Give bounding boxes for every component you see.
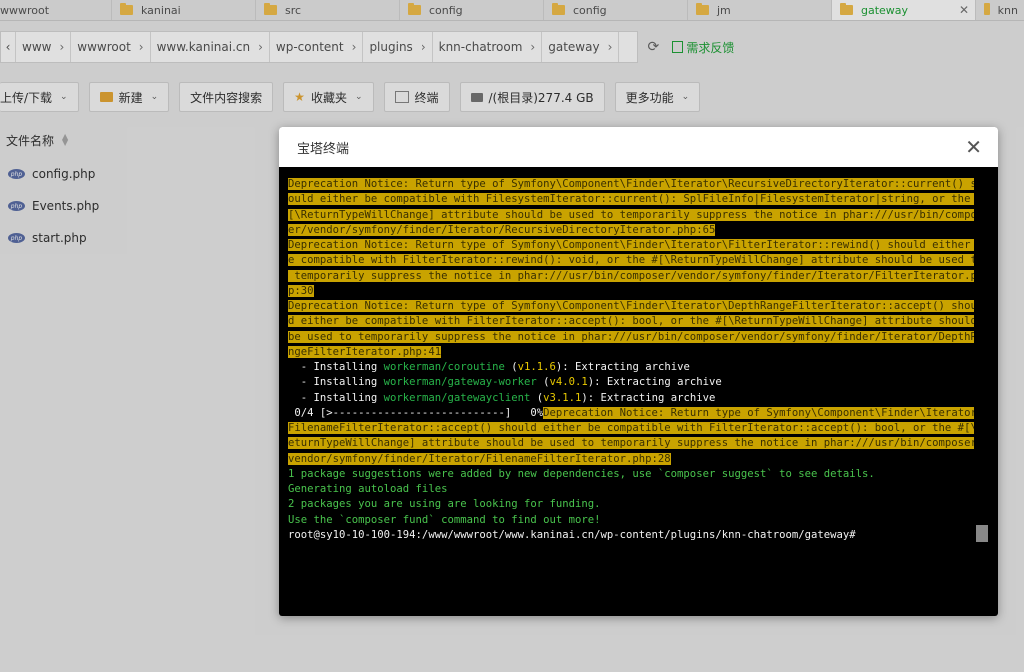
- terminal-line: er/vendor/symfony/finder/Iterator/Recurs…: [288, 223, 974, 238]
- terminal-line: 0/4 [>---------------------------] 0%Dep…: [288, 406, 974, 421]
- dialog-title: 宝塔终端: [297, 141, 350, 157]
- terminal-segment: [\ReturnTypeWillChange] attribute should…: [288, 208, 974, 221]
- terminal-line: temporarily suppress the notice in phar:…: [288, 269, 974, 284]
- terminal-segment: FilenameFilterIterator::accept() should …: [288, 422, 974, 434]
- terminal-segment: workerman/gateway-worker: [383, 376, 537, 389]
- terminal-line: ould either be compatible with Filesyste…: [288, 192, 974, 207]
- terminal-segment: Generating autoload files: [288, 483, 448, 495]
- terminal-segment: Use the `composer fund` command to find …: [288, 513, 601, 526]
- terminal-line: root@sy10-10-100-194:/www/wwwroot/www.ka…: [288, 528, 974, 543]
- terminal-segment: eturnTypeWillChange] attribute should be…: [288, 437, 974, 450]
- terminal-segment: ): Extracting archive: [581, 391, 716, 404]
- terminal-segment: Deprecation Notice: Return type of Symfo…: [543, 406, 974, 419]
- terminal-line: eturnTypeWillChange] attribute should be…: [288, 436, 974, 451]
- terminal-line: 1 package suggestions were added by new …: [288, 467, 974, 482]
- terminal-line: - Installing workerman/coroutine (v1.1.6…: [288, 360, 974, 375]
- terminal-segment: er/vendor/symfony/finder/Iterator/Recurs…: [288, 223, 716, 236]
- terminal-segment: Deprecation Notice: Return type of Symfo…: [288, 239, 974, 251]
- terminal-segment: ngeFilterIterator.php:41: [288, 345, 442, 358]
- terminal-segment: Deprecation Notice: Return type of Symfo…: [288, 300, 974, 312]
- terminal-segment: workerman/gatewayclient: [383, 391, 531, 404]
- terminal-segment: Deprecation Notice: Return type of Symfo…: [288, 178, 974, 190]
- terminal-segment: (: [504, 361, 518, 373]
- terminal-segment: d either be compatible with FilterIterat…: [288, 315, 974, 328]
- terminal-segment: be used to temporarily suppress the noti…: [288, 330, 974, 343]
- terminal-segment: - Installing: [288, 376, 384, 389]
- terminal-line: p:30: [288, 284, 974, 299]
- terminal-line: Generating autoload files: [288, 482, 974, 497]
- terminal-segment: v4.0.1: [549, 376, 588, 389]
- terminal-segment: temporarily suppress the notice in phar:…: [288, 269, 974, 282]
- terminal-line: e compatible with FilterIterator::rewind…: [288, 253, 974, 268]
- terminal-segment: p:30: [288, 284, 314, 297]
- terminal-segment: workerman/coroutine: [383, 361, 505, 373]
- terminal-segment: v1.1.6: [517, 361, 556, 373]
- terminal-line: ngeFilterIterator.php:41: [288, 345, 974, 360]
- terminal-segment: - Installing: [288, 391, 384, 404]
- terminal-segment: root@sy10-10-100-194:/www/wwwroot/www.ka…: [288, 528, 863, 541]
- terminal-line: Deprecation Notice: Return type of Symfo…: [288, 299, 974, 314]
- terminal-segment: e compatible with FilterIterator::rewind…: [288, 254, 974, 267]
- terminal-segment: 0/4 [>---------------------------] 0%: [288, 406, 544, 419]
- terminal-line: - Installing workerman/gateway-worker (v…: [288, 375, 974, 390]
- terminal-segment: 1 package suggestions were added by new …: [288, 467, 875, 480]
- terminal-line: [\ReturnTypeWillChange] attribute should…: [288, 208, 974, 223]
- terminal-line: vendor/symfony/finder/Iterator/FilenameF…: [288, 452, 974, 467]
- terminal-line: - Installing workerman/gatewayclient (v3…: [288, 391, 974, 406]
- terminal-output[interactable]: Deprecation Notice: Return type of Symfo…: [288, 177, 974, 543]
- terminal-segment: 2 packages you are using are looking for…: [288, 498, 601, 511]
- terminal-segment: - Installing: [288, 361, 384, 373]
- terminal-line: Use the `composer fund` command to find …: [288, 513, 974, 528]
- terminal-line: Deprecation Notice: Return type of Symfo…: [288, 177, 974, 192]
- terminal-line: be used to temporarily suppress the noti…: [288, 330, 974, 345]
- terminal-segment: vendor/symfony/finder/Iterator/FilenameF…: [288, 452, 671, 465]
- terminal-segment: (: [536, 376, 550, 389]
- terminal-cursor: [976, 525, 988, 542]
- terminal-line: 2 packages you are using are looking for…: [288, 497, 974, 512]
- terminal-segment: ): Extracting archive: [587, 376, 722, 389]
- terminal-line: FilenameFilterIterator::accept() should …: [288, 421, 974, 436]
- terminal-line: d either be compatible with FilterIterat…: [288, 314, 974, 329]
- terminal-segment: (: [530, 391, 544, 404]
- terminal-segment: ): Extracting archive: [555, 361, 690, 373]
- terminal-segment: ould either be compatible with Filesyste…: [288, 193, 974, 206]
- dialog-header: 宝塔终端 ✕: [279, 127, 998, 167]
- close-icon[interactable]: ✕: [965, 137, 982, 157]
- terminal-segment: v3.1.1: [543, 391, 582, 404]
- terminal-line: Deprecation Notice: Return type of Symfo…: [288, 238, 974, 253]
- terminal-dialog: 宝塔终端 ✕ Deprecation Notice: Return type o…: [279, 127, 998, 616]
